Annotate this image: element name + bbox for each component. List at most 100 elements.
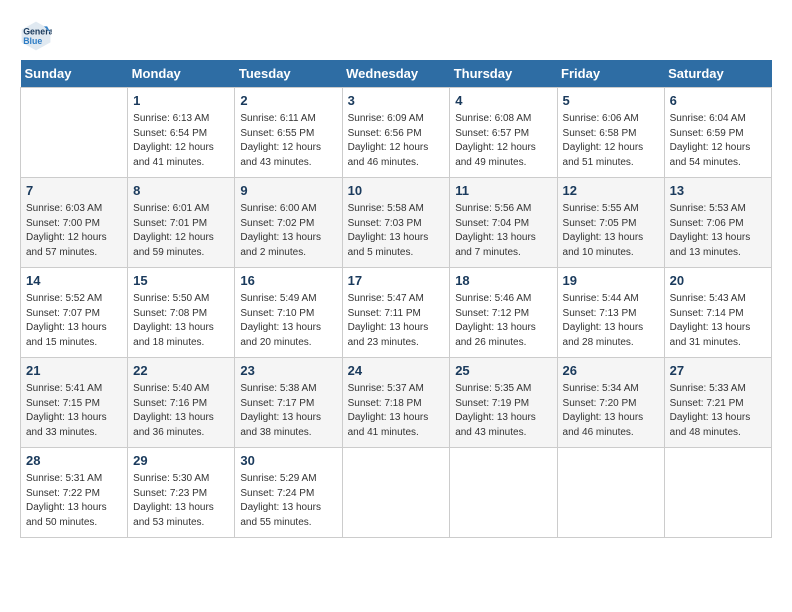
calendar-cell: 16 Sunrise: 5:49 AM Sunset: 7:10 PM Dayli… [235, 268, 342, 358]
weekday-header: Friday [557, 60, 664, 88]
calendar-cell [450, 448, 557, 538]
day-number: 15 [133, 272, 229, 290]
day-info: Sunrise: 5:31 AM Sunset: 7:22 PM Dayligh… [26, 472, 122, 530]
calendar-cell: 3 Sunrise: 6:09 AM Sunset: 6:56 PM Daylig… [342, 88, 450, 178]
day-info: Sunrise: 5:35 AM Sunset: 7:19 PM Dayligh… [455, 382, 551, 440]
day-number: 12 [563, 182, 659, 200]
calendar-cell: 26 Sunrise: 5:34 AM Sunset: 7:20 PM Dayli… [557, 358, 664, 448]
weekday-header: Thursday [450, 60, 557, 88]
day-info: Sunrise: 5:43 AM Sunset: 7:14 PM Dayligh… [670, 292, 766, 350]
day-info: Sunrise: 5:30 AM Sunset: 7:23 PM Dayligh… [133, 472, 229, 530]
day-info: Sunrise: 5:37 AM Sunset: 7:18 PM Dayligh… [348, 382, 445, 440]
calendar-cell: 28 Sunrise: 5:31 AM Sunset: 7:22 PM Dayli… [21, 448, 128, 538]
calendar-cell: 30 Sunrise: 5:29 AM Sunset: 7:24 PM Dayli… [235, 448, 342, 538]
calendar-cell: 13 Sunrise: 5:53 AM Sunset: 7:06 PM Dayli… [664, 178, 771, 268]
day-info: Sunrise: 6:09 AM Sunset: 6:56 PM Dayligh… [348, 112, 445, 170]
calendar-cell: 22 Sunrise: 5:40 AM Sunset: 7:16 PM Dayli… [128, 358, 235, 448]
calendar-cell: 10 Sunrise: 5:58 AM Sunset: 7:03 PM Dayli… [342, 178, 450, 268]
day-number: 23 [240, 362, 336, 380]
calendar-cell: 2 Sunrise: 6:11 AM Sunset: 6:55 PM Daylig… [235, 88, 342, 178]
calendar-table: SundayMondayTuesdayWednesdayThursdayFrid… [20, 60, 772, 538]
day-number: 7 [26, 182, 122, 200]
day-number: 30 [240, 452, 336, 470]
calendar-cell: 12 Sunrise: 5:55 AM Sunset: 7:05 PM Dayli… [557, 178, 664, 268]
day-info: Sunrise: 6:04 AM Sunset: 6:59 PM Dayligh… [670, 112, 766, 170]
day-number: 4 [455, 92, 551, 110]
day-info: Sunrise: 5:50 AM Sunset: 7:08 PM Dayligh… [133, 292, 229, 350]
calendar-cell: 4 Sunrise: 6:08 AM Sunset: 6:57 PM Daylig… [450, 88, 557, 178]
day-number: 3 [348, 92, 445, 110]
day-number: 1 [133, 92, 229, 110]
calendar-cell: 5Sunrise: 6:06 AM Sunset: 6:58 PM Daylig… [557, 88, 664, 178]
day-number: 11 [455, 182, 551, 200]
day-number: 16 [240, 272, 336, 290]
calendar-cell: 17 Sunrise: 5:47 AM Sunset: 7:11 PM Dayli… [342, 268, 450, 358]
day-number: 20 [670, 272, 766, 290]
day-info: Sunrise: 5:29 AM Sunset: 7:24 PM Dayligh… [240, 472, 336, 530]
calendar-cell: 8 Sunrise: 6:01 AM Sunset: 7:01 PM Daylig… [128, 178, 235, 268]
calendar-week-row: 14 Sunrise: 5:52 AM Sunset: 7:07 PM Dayli… [21, 268, 772, 358]
calendar-cell [664, 448, 771, 538]
calendar-cell: 27Sunrise: 5:33 AM Sunset: 7:21 PM Dayli… [664, 358, 771, 448]
day-number: 18 [455, 272, 551, 290]
day-info: Sunrise: 5:34 AM Sunset: 7:20 PM Dayligh… [563, 382, 659, 440]
weekday-header: Tuesday [235, 60, 342, 88]
calendar-cell [342, 448, 450, 538]
calendar-week-row: 7 Sunrise: 6:03 AM Sunset: 7:00 PM Daylig… [21, 178, 772, 268]
day-number: 28 [26, 452, 122, 470]
calendar-header: SundayMondayTuesdayWednesdayThursdayFrid… [21, 60, 772, 88]
calendar-cell: 18Sunrise: 5:46 AM Sunset: 7:12 PM Dayli… [450, 268, 557, 358]
day-number: 8 [133, 182, 229, 200]
weekday-header: Monday [128, 60, 235, 88]
calendar-week-row: 21 Sunrise: 5:41 AM Sunset: 7:15 PM Dayli… [21, 358, 772, 448]
calendar-cell [557, 448, 664, 538]
calendar-cell: 15 Sunrise: 5:50 AM Sunset: 7:08 PM Dayli… [128, 268, 235, 358]
day-number: 29 [133, 452, 229, 470]
calendar-cell: 7 Sunrise: 6:03 AM Sunset: 7:00 PM Daylig… [21, 178, 128, 268]
day-info: Sunrise: 5:41 AM Sunset: 7:15 PM Dayligh… [26, 382, 122, 440]
calendar-cell: 14 Sunrise: 5:52 AM Sunset: 7:07 PM Dayli… [21, 268, 128, 358]
day-info: Sunrise: 6:08 AM Sunset: 6:57 PM Dayligh… [455, 112, 551, 170]
day-number: 6 [670, 92, 766, 110]
day-info: Sunrise: 5:40 AM Sunset: 7:16 PM Dayligh… [133, 382, 229, 440]
day-info: Sunrise: 6:11 AM Sunset: 6:55 PM Dayligh… [240, 112, 336, 170]
day-number: 13 [670, 182, 766, 200]
day-info: Sunrise: 5:49 AM Sunset: 7:10 PM Dayligh… [240, 292, 336, 350]
logo: General Blue [20, 20, 56, 52]
svg-text:Blue: Blue [23, 36, 42, 46]
day-info: Sunrise: 5:55 AM Sunset: 7:05 PM Dayligh… [563, 202, 659, 260]
day-info: Sunrise: 6:01 AM Sunset: 7:01 PM Dayligh… [133, 202, 229, 260]
calendar-week-row: 1Sunrise: 6:13 AM Sunset: 6:54 PM Daylig… [21, 88, 772, 178]
day-number: 22 [133, 362, 229, 380]
day-info: Sunrise: 5:44 AM Sunset: 7:13 PM Dayligh… [563, 292, 659, 350]
day-info: Sunrise: 6:00 AM Sunset: 7:02 PM Dayligh… [240, 202, 336, 260]
calendar-week-row: 28 Sunrise: 5:31 AM Sunset: 7:22 PM Dayli… [21, 448, 772, 538]
day-number: 21 [26, 362, 122, 380]
calendar-cell: 29 Sunrise: 5:30 AM Sunset: 7:23 PM Dayli… [128, 448, 235, 538]
day-number: 2 [240, 92, 336, 110]
calendar-body: 1Sunrise: 6:13 AM Sunset: 6:54 PM Daylig… [21, 88, 772, 538]
day-number: 10 [348, 182, 445, 200]
calendar-cell: 1Sunrise: 6:13 AM Sunset: 6:54 PM Daylig… [128, 88, 235, 178]
day-info: Sunrise: 5:38 AM Sunset: 7:17 PM Dayligh… [240, 382, 336, 440]
day-info: Sunrise: 5:58 AM Sunset: 7:03 PM Dayligh… [348, 202, 445, 260]
calendar-cell: 6 Sunrise: 6:04 AM Sunset: 6:59 PM Daylig… [664, 88, 771, 178]
day-info: Sunrise: 5:53 AM Sunset: 7:06 PM Dayligh… [670, 202, 766, 260]
day-number: 9 [240, 182, 336, 200]
day-info: Sunrise: 5:47 AM Sunset: 7:11 PM Dayligh… [348, 292, 445, 350]
header-row: SundayMondayTuesdayWednesdayThursdayFrid… [21, 60, 772, 88]
day-number: 27 [670, 362, 766, 380]
calendar-cell: 23 Sunrise: 5:38 AM Sunset: 7:17 PM Dayli… [235, 358, 342, 448]
logo-icon: General Blue [20, 20, 52, 52]
calendar-cell: 21 Sunrise: 5:41 AM Sunset: 7:15 PM Dayli… [21, 358, 128, 448]
weekday-header: Sunday [21, 60, 128, 88]
calendar-cell: 9 Sunrise: 6:00 AM Sunset: 7:02 PM Daylig… [235, 178, 342, 268]
day-number: 17 [348, 272, 445, 290]
day-info: Sunrise: 6:03 AM Sunset: 7:00 PM Dayligh… [26, 202, 122, 260]
day-number: 14 [26, 272, 122, 290]
weekday-header: Saturday [664, 60, 771, 88]
calendar-cell: 19Sunrise: 5:44 AM Sunset: 7:13 PM Dayli… [557, 268, 664, 358]
day-number: 26 [563, 362, 659, 380]
day-info: Sunrise: 5:52 AM Sunset: 7:07 PM Dayligh… [26, 292, 122, 350]
day-number: 25 [455, 362, 551, 380]
